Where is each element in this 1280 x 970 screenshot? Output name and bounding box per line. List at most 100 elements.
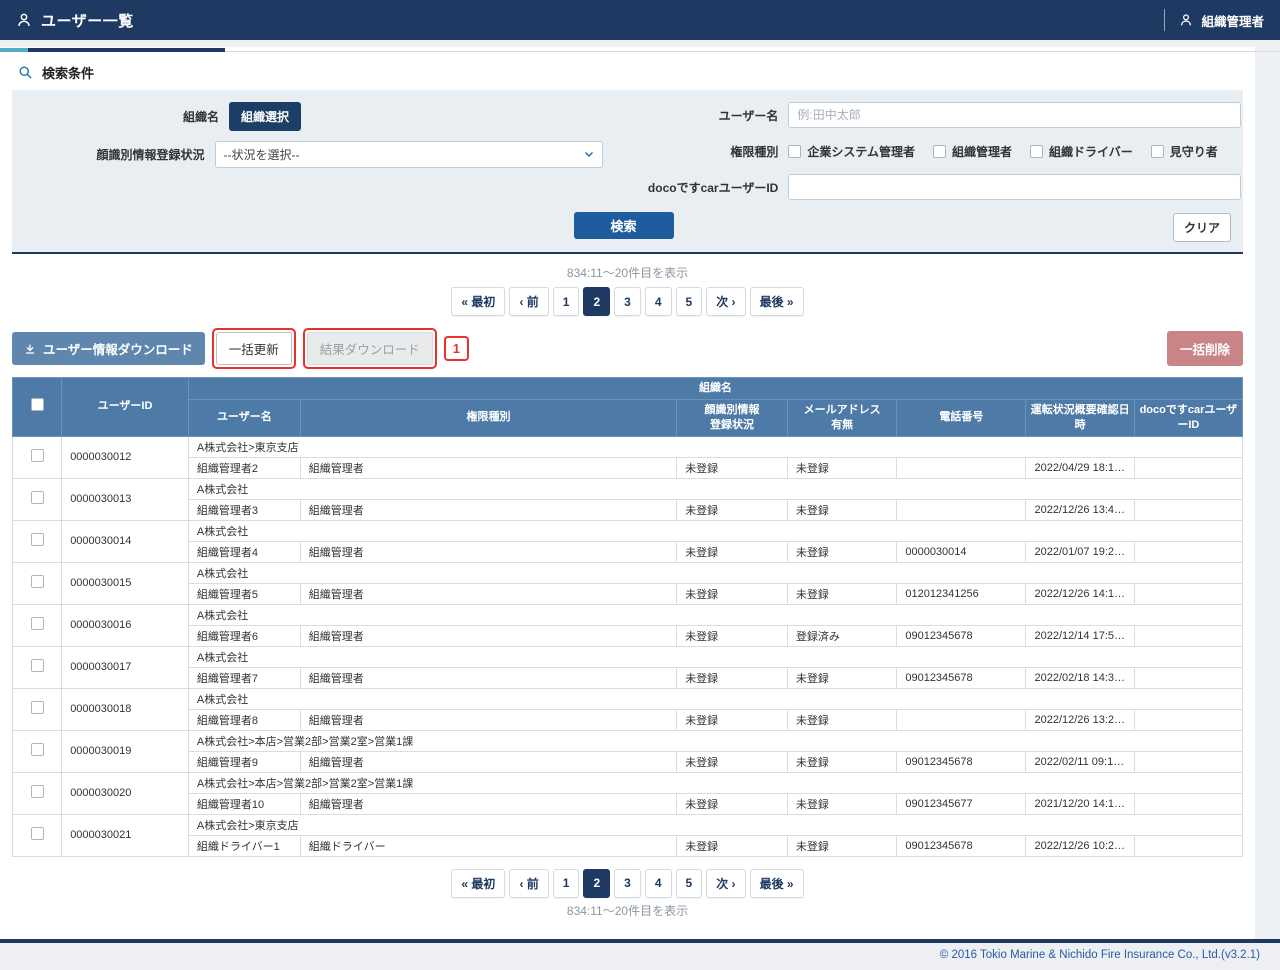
page-first[interactable]: « 最初 xyxy=(451,869,505,898)
user-table: ユーザーID 組織名 ユーザー名 権限種別 顔識別情報 登録状況 メールアドレス… xyxy=(12,377,1243,857)
permission-checkbox[interactable] xyxy=(933,145,946,158)
user-name-cell: 組織管理者2 xyxy=(188,457,300,478)
page-1[interactable]: 1 xyxy=(553,869,580,898)
doco-id-cell xyxy=(1134,625,1242,646)
col-org-name: 組織名 xyxy=(188,378,1242,400)
row-checkbox[interactable] xyxy=(31,785,44,798)
pagination-top: « 最初‹ 前12345次 ›最後 » xyxy=(0,287,1255,316)
row-checkbox-cell xyxy=(13,436,62,478)
row-checkbox[interactable] xyxy=(31,827,44,840)
row-checkbox[interactable] xyxy=(31,575,44,588)
main-content: 検索条件 組織名 組織選択 顔識別情報登録状況 --状況を選択-- xyxy=(0,47,1255,939)
page-first[interactable]: « 最初 xyxy=(451,287,505,316)
org-name-cell: A株式会社>東京支店 xyxy=(188,436,1242,457)
page-3[interactable]: 3 xyxy=(614,869,641,898)
search-section-title: 検索条件 xyxy=(42,63,94,82)
page-last[interactable]: 最後 » xyxy=(750,287,804,316)
annotation-number-1: 1 xyxy=(444,336,469,361)
page-prev[interactable]: ‹ 前 xyxy=(509,869,548,898)
permission-checkbox[interactable] xyxy=(1030,145,1043,158)
progress-segment-teal xyxy=(0,48,28,52)
user-info-download-button[interactable]: ユーザー情報ダウンロード xyxy=(12,332,205,365)
page-2[interactable]: 2 xyxy=(583,869,610,898)
row-checkbox[interactable] xyxy=(31,449,44,462)
drive-check-cell: 2022/12/26 13:45:09 xyxy=(1026,499,1134,520)
page-next[interactable]: 次 › xyxy=(706,869,745,898)
user-id-cell: 0000030015 xyxy=(62,562,189,604)
row-checkbox-cell xyxy=(13,730,62,772)
search-form: 組織名 組織選択 顔識別情報登録状況 --状況を選択-- xyxy=(24,102,1231,210)
account-role-label: 組織管理者 xyxy=(1201,11,1264,30)
page-3[interactable]: 3 xyxy=(614,287,641,316)
permission-label: 権限種別 xyxy=(613,143,778,160)
user-name-cell: 組織管理者9 xyxy=(188,751,300,772)
doco-user-id-input[interactable] xyxy=(788,174,1241,200)
search-button[interactable]: 検索 xyxy=(574,212,674,239)
doco-id-cell xyxy=(1134,667,1242,688)
page-last[interactable]: 最後 » xyxy=(750,869,804,898)
page-1[interactable]: 1 xyxy=(553,287,580,316)
email-status-cell: 未登録 xyxy=(787,835,896,856)
col-face-status: 顔識別情報 登録状況 xyxy=(677,399,788,436)
org-name-cell: A株式会社 xyxy=(188,478,1242,499)
bulk-delete-button[interactable]: 一括削除 xyxy=(1167,331,1243,366)
org-name-cell: A株式会社 xyxy=(188,688,1242,709)
user-table-body: 0000030012A株式会社>東京支店組織管理者2組織管理者未登録未登録202… xyxy=(13,436,1243,856)
email-status-cell: 未登録 xyxy=(787,457,896,478)
phone-cell: 09012345678 xyxy=(897,835,1026,856)
page-5[interactable]: 5 xyxy=(676,869,703,898)
phone-cell xyxy=(897,499,1026,520)
doco-id-cell xyxy=(1134,541,1242,562)
drive-check-cell: 2022/02/11 09:12:59 xyxy=(1026,751,1134,772)
page-prev[interactable]: ‹ 前 xyxy=(509,287,548,316)
user-name-cell: 組織管理者7 xyxy=(188,667,300,688)
permission-option-3[interactable]: 組織ドライバー xyxy=(1030,143,1133,160)
clear-button[interactable]: クリア xyxy=(1173,213,1231,242)
select-all-checkbox[interactable] xyxy=(31,398,44,411)
row-checkbox-cell xyxy=(13,688,62,730)
page-2[interactable]: 2 xyxy=(583,287,610,316)
face-status-cell: 未登録 xyxy=(677,667,788,688)
download-icon xyxy=(24,343,36,355)
org-name-cell: A株式会社>本店>営業2部>営業2室>営業1課 xyxy=(188,772,1242,793)
permission-checkbox[interactable] xyxy=(1151,145,1164,158)
doco-id-cell xyxy=(1134,793,1242,814)
face-status-cell: 未登録 xyxy=(677,583,788,604)
permission-option-label: 組織管理者 xyxy=(952,143,1012,160)
page-4[interactable]: 4 xyxy=(645,287,672,316)
row-checkbox[interactable] xyxy=(31,743,44,756)
user-name-input[interactable] xyxy=(788,102,1241,128)
search-actions: 検索 クリア xyxy=(24,212,1231,242)
permission-option-4[interactable]: 見守り者 xyxy=(1151,143,1218,160)
org-select-button[interactable]: 組織選択 xyxy=(229,102,301,131)
permission-option-1[interactable]: 企業システム管理者 xyxy=(788,143,915,160)
col-face-status-line2: 登録状況 xyxy=(681,418,783,433)
page-5[interactable]: 5 xyxy=(676,287,703,316)
account-menu[interactable]: 組織管理者 xyxy=(1164,9,1264,31)
row-checkbox-cell xyxy=(13,520,62,562)
row-checkbox[interactable] xyxy=(31,617,44,630)
org-name-cell: A株式会社 xyxy=(188,562,1242,583)
col-email: メールアドレス 有無 xyxy=(787,399,896,436)
permission-option-2[interactable]: 組織管理者 xyxy=(933,143,1012,160)
permission-checkbox[interactable] xyxy=(788,145,801,158)
row-checkbox[interactable] xyxy=(31,701,44,714)
page-4[interactable]: 4 xyxy=(645,869,672,898)
table-row-org: 0000030014A株式会社 xyxy=(13,520,1243,541)
row-checkbox[interactable] xyxy=(31,491,44,504)
col-email-line2: 有無 xyxy=(792,418,892,433)
search-panel: 組織名 組織選択 顔識別情報登録状況 --状況を選択-- xyxy=(12,90,1243,254)
row-checkbox[interactable] xyxy=(31,659,44,672)
row-checkbox-cell xyxy=(13,814,62,856)
face-status-cell: 未登録 xyxy=(677,709,788,730)
face-status-select[interactable]: --状況を選択-- xyxy=(215,141,604,168)
row-checkbox[interactable] xyxy=(31,533,44,546)
page-next[interactable]: 次 › xyxy=(706,287,745,316)
bulk-update-button[interactable]: 一括更新 xyxy=(216,332,292,365)
toolbar: ユーザー情報ダウンロード 一括更新 結果ダウンロード 1 一括削除 xyxy=(12,328,1243,369)
search-form-right: ユーザー名 権限種別 企業システム管理者組織管理者組織ドライバー見守り者 doc… xyxy=(613,102,1241,210)
permission-option-label: 企業システム管理者 xyxy=(807,143,915,160)
row-checkbox-cell xyxy=(13,604,62,646)
email-status-cell: 未登録 xyxy=(787,541,896,562)
table-row-data: 組織管理者6組織管理者未登録登録済み090123456782022/12/14 … xyxy=(13,625,1243,646)
